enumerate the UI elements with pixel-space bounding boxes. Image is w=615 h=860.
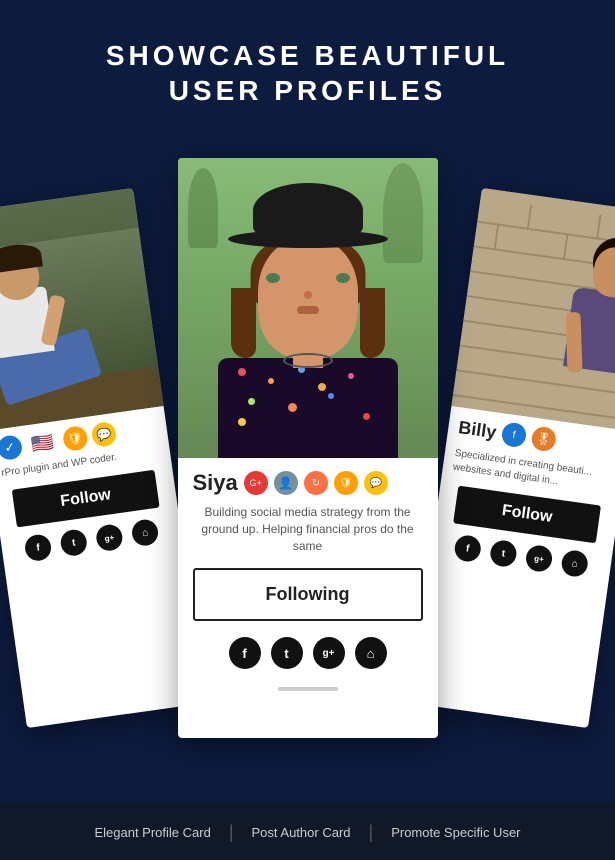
right-twitter-icon[interactable]: t	[489, 539, 518, 568]
right-profile-card: Billy f 🎖 Specialized in creating beauti…	[410, 188, 615, 728]
center-bio: Building social media strategy from the …	[193, 504, 423, 554]
left-card-body: ✓ 🇺🇸 🛡 💬 rPro plugin and WP coder. Follo…	[0, 406, 184, 574]
left-avatar	[0, 188, 164, 431]
left-googleplus-icon[interactable]: g+	[95, 523, 124, 552]
page-header: SHOWCASE BEAUTIFUL USER PROFILES	[0, 0, 615, 128]
left-facebook-icon[interactable]: f	[23, 533, 52, 562]
right-facebook-icon[interactable]: f	[453, 534, 482, 563]
center-profile-card: Siya G+ 👤 ↻ 🛡 💬 Building social media st…	[178, 158, 438, 738]
center-facebook-icon[interactable]: f	[229, 637, 261, 669]
right-follow-button[interactable]: Follow	[453, 486, 601, 544]
flag-badge: 🇺🇸	[25, 430, 60, 456]
center-user-name: Siya	[193, 470, 238, 496]
header-line1: SHOWCASE BEAUTIFUL	[20, 38, 595, 73]
shield-badge: 🛡	[334, 471, 358, 495]
card-handle	[278, 687, 338, 691]
refresh-badge: ↻	[304, 471, 328, 495]
right-card-body: Billy f 🎖 Specialized in creating beauti…	[429, 406, 615, 589]
header-line2: USER PROFILES	[20, 73, 595, 108]
left-profile-card: ✓ 🇺🇸 🛡 💬 rPro plugin and WP coder. Follo…	[0, 188, 205, 728]
googleplus-badge: G+	[244, 471, 268, 495]
center-card-body: Siya G+ 👤 ↻ 🛡 💬 Building social media st…	[178, 458, 438, 681]
right-person-art	[451, 188, 615, 431]
right-avatar	[451, 188, 615, 431]
right-award-badge: 🎖	[530, 425, 557, 452]
center-avatar	[178, 158, 438, 458]
left-twitter-icon[interactable]: t	[59, 528, 88, 557]
center-name-row: Siya G+ 👤 ↻ 🛡 💬	[193, 470, 423, 496]
chat-badge-left: 💬	[90, 421, 117, 448]
left-person-art	[0, 188, 164, 431]
right-home-icon[interactable]: ⌂	[560, 549, 589, 578]
footer-item-author[interactable]: Post Author Card	[234, 825, 369, 840]
footer-item-elegant[interactable]: Elegant Profile Card	[76, 825, 228, 840]
left-home-icon[interactable]: ⌂	[130, 518, 159, 547]
center-twitter-icon[interactable]: t	[271, 637, 303, 669]
cards-container: ✓ 🇺🇸 🛡 💬 rPro plugin and WP coder. Follo…	[0, 138, 615, 778]
right-user-name: Billy	[457, 417, 498, 443]
center-googleplus-icon[interactable]: g+	[313, 637, 345, 669]
center-home-icon[interactable]: ⌂	[355, 637, 387, 669]
center-social-row: f t g+ ⌂	[193, 637, 423, 669]
chat-badge: 💬	[364, 471, 388, 495]
center-person-art	[178, 158, 438, 458]
check-badge: ✓	[0, 434, 23, 461]
right-facebook-badge: f	[500, 421, 527, 448]
footer-item-promote[interactable]: Promote Specific User	[373, 825, 538, 840]
footer: Elegant Profile Card | Post Author Card …	[0, 804, 615, 860]
shield-badge-left: 🛡	[62, 425, 89, 452]
following-button[interactable]: Following	[193, 568, 423, 621]
right-googleplus-icon[interactable]: g+	[524, 544, 553, 573]
left-follow-button[interactable]: Follow	[12, 470, 160, 528]
person-badge: 👤	[274, 471, 298, 495]
